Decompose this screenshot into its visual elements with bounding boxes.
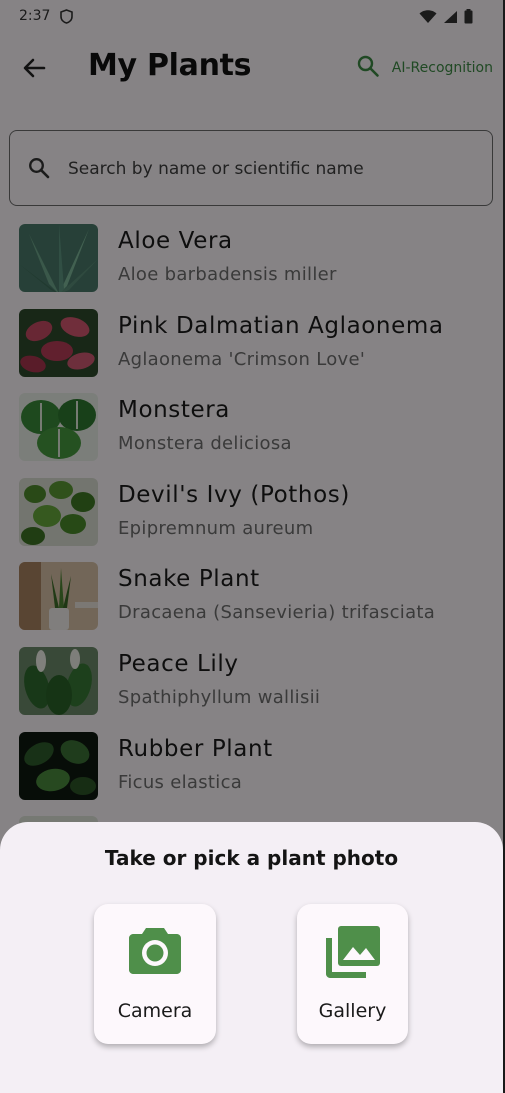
camera-button[interactable]: Camera (94, 904, 216, 1044)
photo-source-sheet: Take or pick a plant photo Camera Galler… (0, 822, 503, 1093)
screen: 2:37 My Plants AI-Recognition Search by … (0, 0, 503, 1093)
gallery-label: Gallery (318, 1000, 387, 1022)
gallery-button[interactable]: Gallery (297, 904, 408, 1044)
gallery-icon (325, 926, 380, 982)
sheet-title: Take or pick a plant photo (104, 846, 399, 870)
camera-label: Camera (117, 1000, 193, 1022)
camera-icon (129, 926, 181, 978)
